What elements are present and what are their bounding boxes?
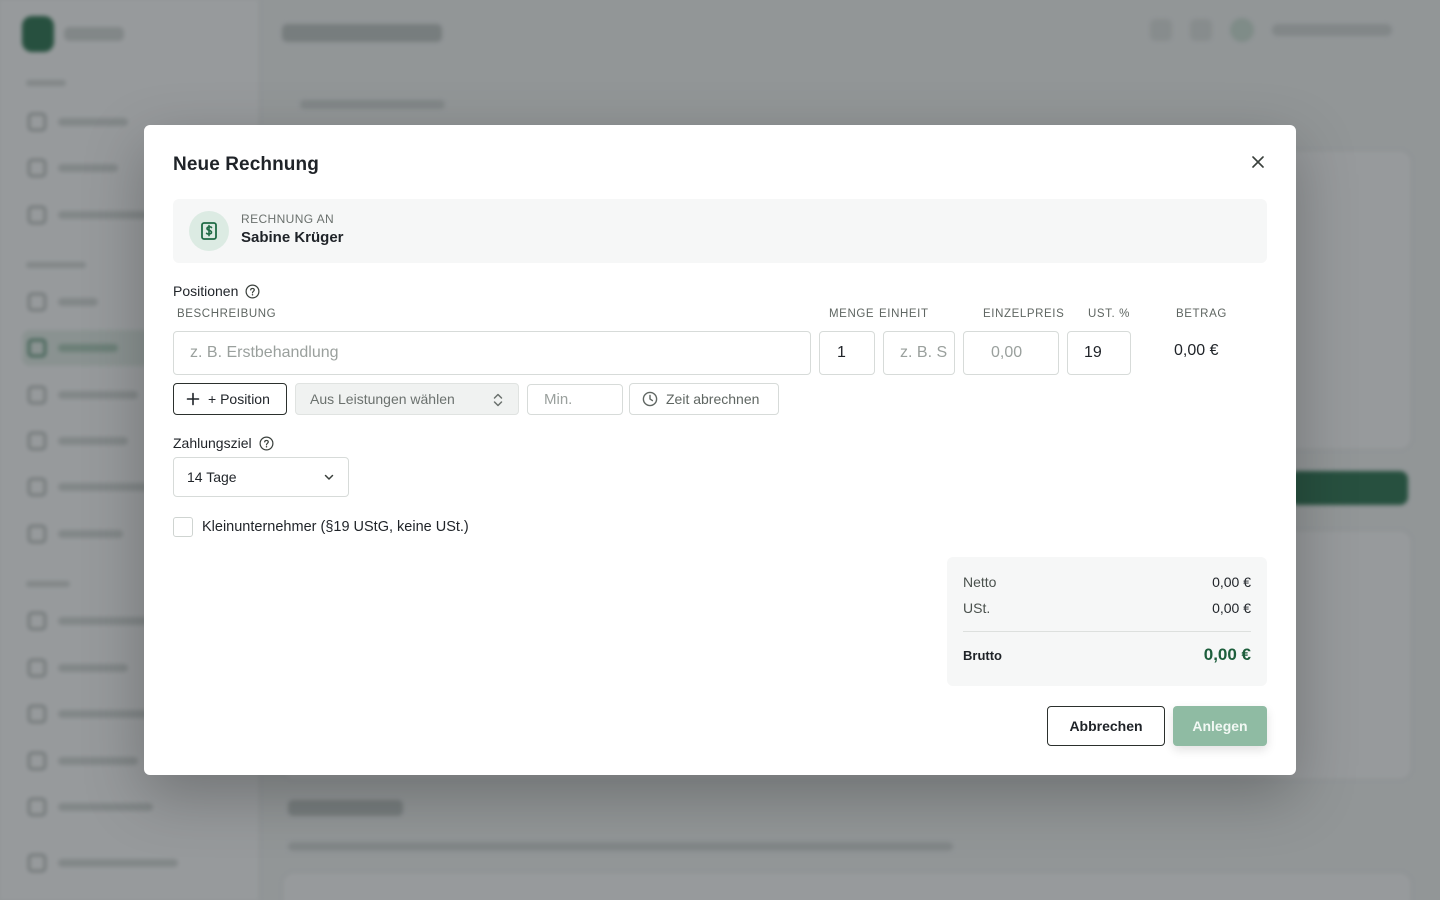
- bill-time-label: Zeit abrechnen: [666, 391, 760, 407]
- cancel-button[interactable]: Abbrechen: [1047, 706, 1165, 746]
- summary-divider: [963, 631, 1251, 632]
- column-header-quantity: Menge: [829, 308, 875, 320]
- net-value: 0,00 €: [1212, 574, 1251, 590]
- small-business-row[interactable]: Kleinunternehmer (§19 UStG, keine USt.): [173, 517, 469, 537]
- payment-term-label-text: Zahlungsziel: [173, 435, 252, 451]
- net-row: Netto 0,00 €: [963, 574, 1251, 590]
- add-position-label: + Position: [208, 391, 270, 407]
- unit-input[interactable]: z. B. S: [883, 331, 955, 375]
- minutes-input[interactable]: Min.: [527, 384, 623, 415]
- vat-row: USt. 0,00 €: [963, 600, 1251, 616]
- clock-icon: [642, 391, 658, 407]
- close-button[interactable]: [1248, 152, 1268, 172]
- description-input[interactable]: z. B. Erstbehandlung: [173, 331, 811, 375]
- gross-label: Brutto: [963, 647, 1002, 663]
- positions-label-text: Positionen: [173, 283, 239, 299]
- column-header-unit: Einheit: [879, 308, 929, 320]
- recipient-name: Sabine Krüger: [241, 229, 344, 246]
- payment-term-label: Zahlungsziel: [173, 435, 274, 451]
- add-position-button[interactable]: + Position: [173, 383, 287, 415]
- plus-icon: [186, 392, 200, 406]
- gross-value: 0,00 €: [1203, 645, 1251, 664]
- recipient-card: Rechnung an Sabine Krüger: [173, 199, 1267, 263]
- close-icon: [1252, 156, 1264, 168]
- help-circle-icon[interactable]: [259, 436, 274, 451]
- small-business-checkbox[interactable]: [173, 517, 193, 537]
- service-select[interactable]: Aus Leistungen wählen: [295, 383, 519, 415]
- gross-row: Brutto 0,00 €: [963, 645, 1251, 665]
- bill-time-button[interactable]: Zeit abrechnen: [629, 383, 779, 415]
- line-amount: 0,00 €: [1174, 342, 1219, 359]
- vat-value: 0,00 €: [1212, 600, 1251, 616]
- recipient-label: Rechnung an: [241, 212, 335, 226]
- column-header-description: Beschreibung: [177, 308, 277, 320]
- payment-term-select[interactable]: 14 Tage: [173, 457, 349, 497]
- net-label: Netto: [963, 574, 997, 590]
- chevron-down-icon: [324, 474, 334, 480]
- chevron-updown-icon: [493, 393, 503, 407]
- positions-label: Positionen: [173, 283, 260, 299]
- totals-summary: Netto 0,00 € USt. 0,00 € Brutto 0,00 €: [947, 557, 1267, 686]
- column-header-vat: USt. %: [1088, 308, 1130, 320]
- create-button[interactable]: Anlegen: [1173, 706, 1267, 746]
- service-select-placeholder: Aus Leistungen wählen: [310, 391, 455, 407]
- invoice-dollar-icon: [189, 211, 229, 251]
- quantity-input[interactable]: 1: [819, 331, 875, 375]
- help-circle-icon[interactable]: [245, 284, 260, 299]
- column-header-unit-price: Einzelpreis: [983, 308, 1065, 320]
- vat-label: USt.: [963, 600, 991, 616]
- vat-input[interactable]: 19: [1067, 331, 1131, 375]
- modal-title: Neue Rechnung: [173, 154, 319, 175]
- invoice-modal: Neue Rechnung Rechnung an Sabine Krüger …: [144, 125, 1296, 775]
- small-business-label[interactable]: Kleinunternehmer (§19 UStG, keine USt.): [202, 519, 469, 535]
- unit-price-input[interactable]: 0,00: [963, 331, 1059, 375]
- payment-term-value: 14 Tage: [187, 469, 237, 485]
- column-header-amount: Betrag: [1176, 308, 1227, 320]
